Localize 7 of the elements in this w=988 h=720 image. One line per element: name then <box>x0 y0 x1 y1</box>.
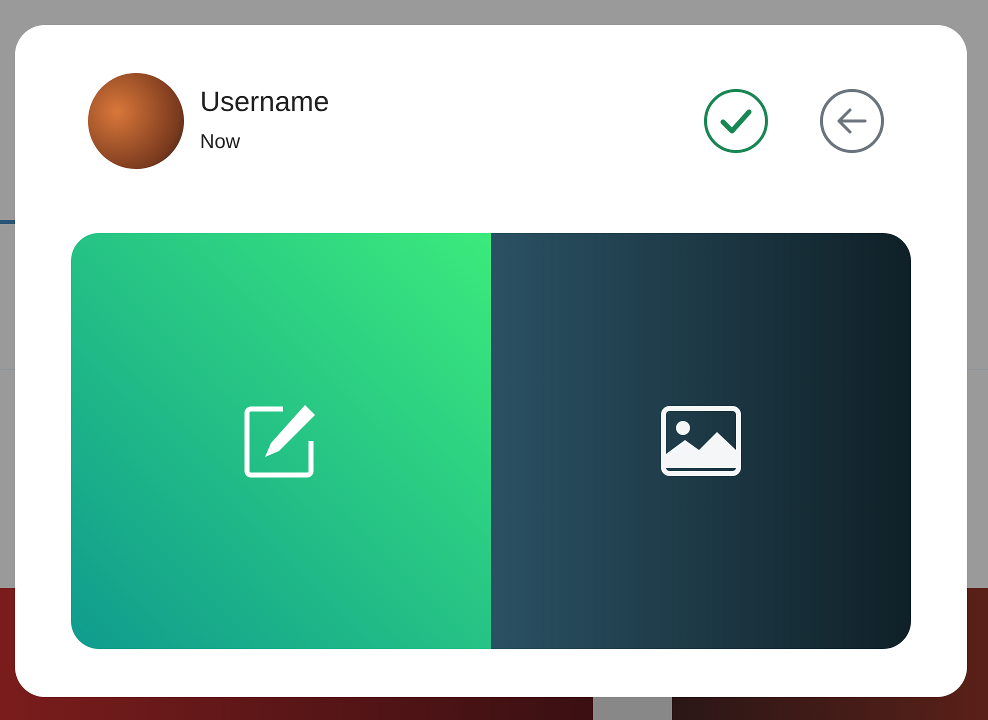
back-button[interactable] <box>819 88 885 154</box>
confirm-button[interactable] <box>703 88 769 154</box>
post-time: Now <box>200 130 242 155</box>
check-icon <box>703 88 769 154</box>
add-image-option[interactable] <box>491 233 911 649</box>
username: Username <box>200 85 330 119</box>
image-icon <box>661 406 741 476</box>
